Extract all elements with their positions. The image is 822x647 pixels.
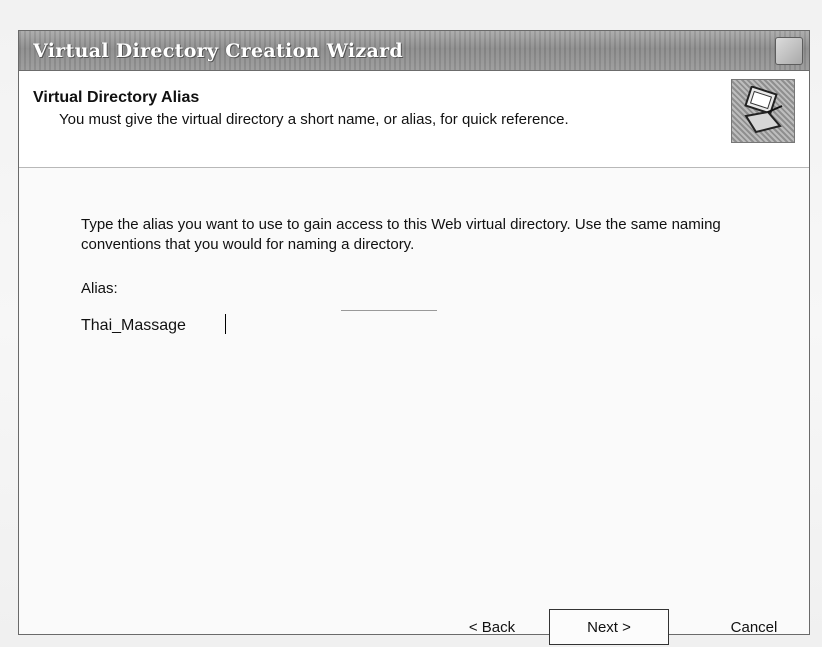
- title-bar[interactable]: Virtual Directory Creation Wizard: [19, 31, 809, 71]
- wizard-computer-icon: [731, 79, 795, 143]
- wizard-header: Virtual Directory Alias You must give th…: [19, 71, 809, 168]
- screenshot-background: Virtual Directory Creation Wizard Virtua…: [0, 0, 822, 647]
- close-icon[interactable]: [775, 37, 803, 65]
- page-title: Virtual Directory Alias: [33, 89, 200, 106]
- window-title: Virtual Directory Creation Wizard: [33, 40, 403, 62]
- back-button[interactable]: < Back: [457, 609, 527, 645]
- wizard-window: Virtual Directory Creation Wizard Virtua…: [18, 30, 810, 645]
- alias-input[interactable]: [77, 311, 505, 341]
- instructions-text: Type the alias you want to use to gain a…: [81, 216, 721, 253]
- page-subtitle: You must give the virtual directory a sh…: [59, 111, 569, 128]
- cancel-button[interactable]: Cancel: [719, 609, 789, 645]
- alias-label: Alias:: [81, 280, 118, 297]
- next-button[interactable]: Next >: [549, 609, 669, 645]
- divider: [341, 310, 437, 311]
- text-caret: [225, 314, 226, 334]
